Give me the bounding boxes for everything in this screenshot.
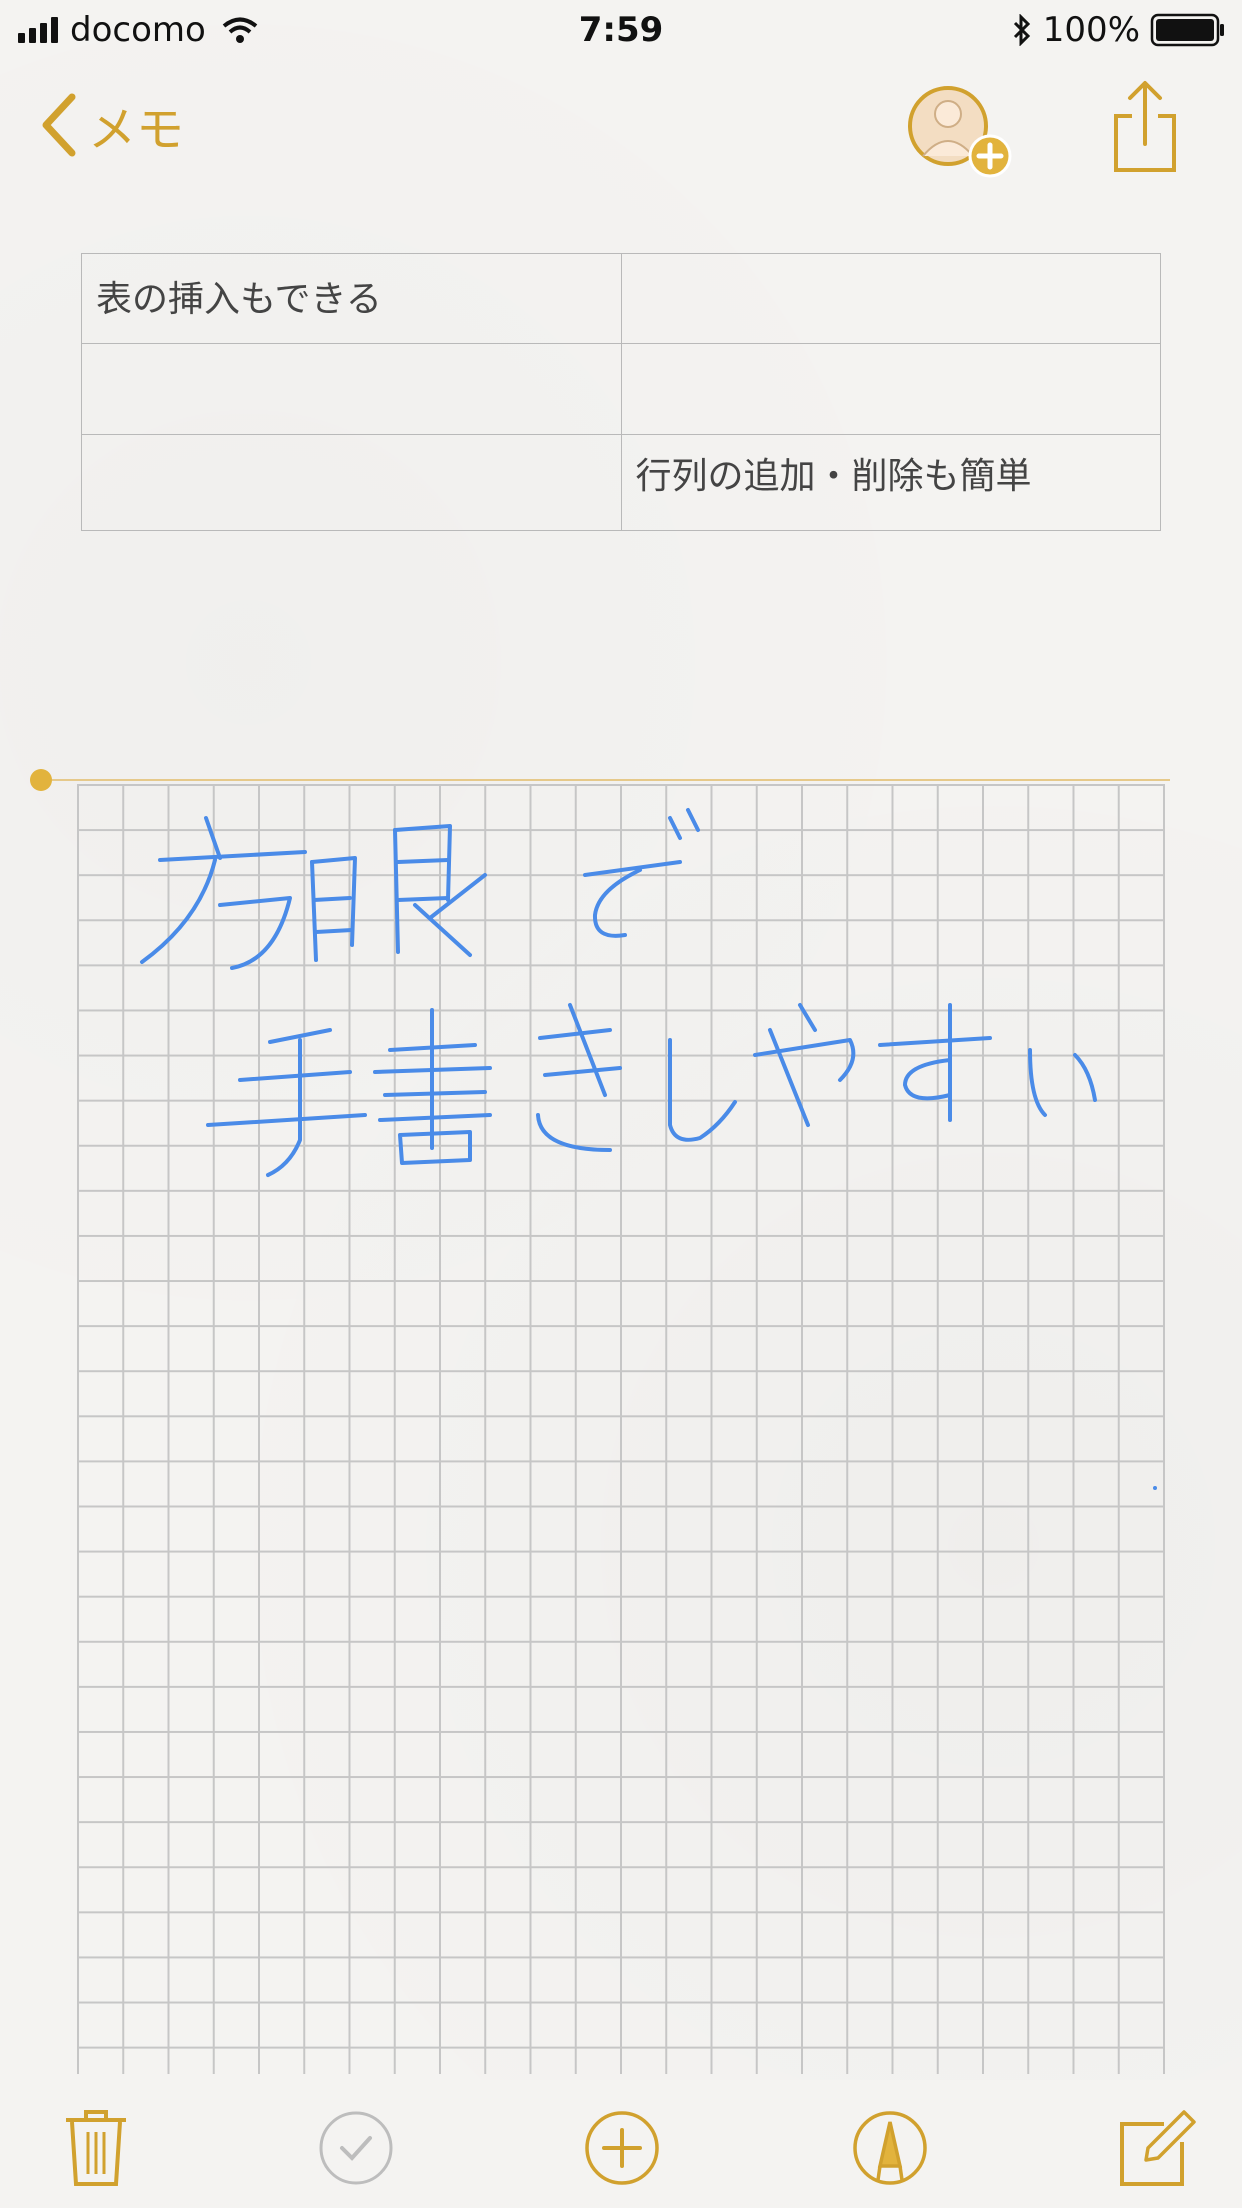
markup-icon [853,2111,927,2185]
table-cell[interactable] [620,343,1161,435]
back-button[interactable]: メモ [40,90,184,160]
status-bar: docomo 7:59 100% [0,0,1242,60]
chevron-left-icon [42,93,76,157]
markup-button[interactable] [850,2108,930,2188]
add-person-icon [908,86,1012,178]
note-table[interactable]: 表の挿入もできる 行列の追加・削除も簡単 [81,252,1161,532]
battery-icon [1150,13,1224,47]
table-cell[interactable]: 行列の追加・削除も簡単 [620,433,1161,532]
share-button[interactable] [1112,80,1178,176]
add-person-button[interactable] [906,84,1016,180]
trash-icon [66,2110,126,2186]
add-icon [585,2111,659,2185]
table-cell[interactable]: 表の挿入もできる [81,252,622,345]
grid-drawing-canvas[interactable] [77,784,1165,2074]
table-cell[interactable] [620,252,1161,345]
table-row: 表の挿入もできる [81,252,1161,345]
compose-button[interactable] [1116,2108,1196,2188]
nav-bar: メモ [0,70,1242,180]
bluetooth-icon [1013,14,1030,46]
add-button[interactable] [582,2108,662,2188]
drawing-resize-handle[interactable] [30,769,52,791]
table-row [81,343,1161,435]
table-row: 行列の追加・削除も簡単 [81,433,1161,532]
bottom-toolbar [0,2080,1242,2208]
delete-button[interactable] [56,2108,136,2188]
compose-icon [1120,2110,1196,2186]
checklist-button[interactable] [316,2108,396,2188]
battery-percent: 100% [1042,10,1140,50]
share-icon [1114,81,1176,172]
status-right: 100% [1011,10,1226,50]
table-cell[interactable] [81,343,622,435]
drawing-top-border [52,779,1170,781]
table-cell[interactable] [81,433,622,532]
checklist-icon [319,2111,393,2185]
back-label: メモ [88,102,185,158]
